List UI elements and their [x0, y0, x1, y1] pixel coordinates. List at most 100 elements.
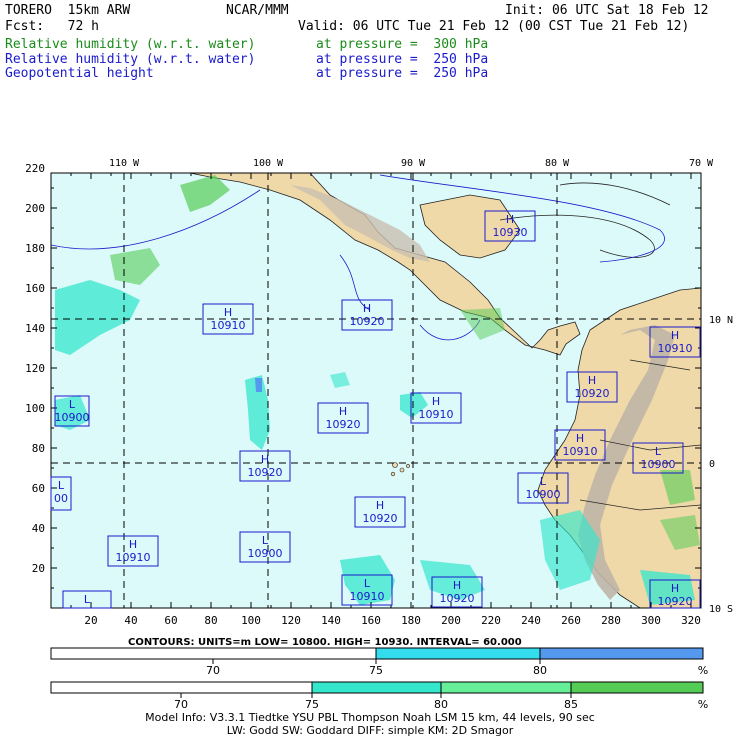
svg-text:10930: 10930: [493, 226, 528, 239]
colorbar-tick-label: 80: [533, 664, 547, 677]
y-tick-label: 180: [25, 242, 45, 255]
svg-text:L: L: [58, 479, 65, 492]
x-tick-label: 180: [401, 614, 421, 627]
x-tick-label: 80: [204, 614, 217, 627]
colorbar-tick-label: 75: [369, 664, 383, 677]
svg-text:H: H: [261, 453, 269, 466]
svg-text:10900: 10900: [248, 547, 283, 560]
y-tick-label: 60: [32, 482, 45, 495]
x-tick-label: 200: [441, 614, 461, 627]
svg-text:H: H: [453, 579, 461, 592]
x-tick-label: 320: [681, 614, 701, 627]
forecast-map: H10930H10910H10920H10910L10900 H10920H109…: [25, 158, 733, 711]
colorbar-segment: [375, 647, 541, 660]
svg-text:10910: 10910: [116, 551, 151, 564]
svg-text:H: H: [376, 499, 384, 512]
colorbar-tick-label: %: [698, 664, 708, 677]
svg-text:10910: 10910: [211, 319, 246, 332]
latitude-label: 0: [709, 459, 715, 470]
svg-text:10910: 10910: [419, 408, 454, 421]
svg-text:H: H: [588, 374, 596, 387]
longitude-label: 100 W: [253, 158, 284, 169]
x-tick-label: 60: [164, 614, 177, 627]
svg-text:H: H: [506, 213, 514, 226]
svg-text:10920: 10920: [575, 387, 610, 400]
svg-text:H: H: [224, 306, 232, 319]
y-tick-label: 80: [32, 442, 45, 455]
svg-text:H: H: [129, 538, 137, 551]
svg-text:L: L: [262, 534, 269, 547]
x-tick-label: 40: [124, 614, 137, 627]
svg-text:10920: 10920: [658, 595, 693, 608]
svg-text:10920: 10920: [350, 315, 385, 328]
x-tick-label: 260: [561, 614, 581, 627]
colorbar-300: 70 75 80 85%: [50, 681, 708, 711]
y-tick-label: 200: [25, 202, 45, 215]
colorbar-tick-label: 70: [206, 664, 220, 677]
colorbar-tick-label: 80: [434, 698, 448, 711]
colorbar-250: 70 75 80%: [50, 647, 708, 677]
longitude-label: 70 W: [689, 158, 714, 169]
colorbar-tick-label: %: [698, 698, 708, 711]
svg-text:00: 00: [54, 492, 68, 505]
model-info-line2: LW: Godd SW: Goddard DIFF: simple KM: 2D…: [226, 724, 514, 737]
svg-text:10910: 10910: [563, 445, 598, 458]
x-tick-label: 300: [641, 614, 661, 627]
svg-text:H: H: [576, 432, 584, 445]
y-tick-label: 160: [25, 282, 45, 295]
y-axis-labels: 220 200 180 160 140 120 100 80 60 40 20: [25, 162, 45, 575]
y-tick-label: 140: [25, 322, 45, 335]
svg-text:10900: 10900: [55, 411, 90, 424]
x-tick-label: 140: [321, 614, 341, 627]
colorbar-segment: [570, 681, 704, 694]
svg-text:H: H: [432, 395, 440, 408]
svg-text:L: L: [540, 475, 547, 488]
svg-text:10920: 10920: [440, 592, 475, 605]
y-tick-label: 120: [25, 362, 45, 375]
x-tick-label: 160: [361, 614, 381, 627]
colorbar-segment: [311, 681, 442, 694]
colorbar-segment: [50, 647, 377, 660]
longitude-label: 110 W: [109, 158, 140, 169]
x-tick-label: 20: [84, 614, 97, 627]
svg-text:10910: 10910: [350, 590, 385, 603]
x-axis-labels: 20 40 60 80 100 120 140 160 180 200 220 240 260 280 30…: [84, 614, 701, 627]
svg-text:10920: 10920: [363, 512, 398, 525]
svg-text:10910: 10910: [658, 342, 693, 355]
x-tick-label: 220: [481, 614, 501, 627]
svg-text:L: L: [364, 577, 371, 590]
svg-text:10900: 10900: [641, 458, 676, 471]
svg-text:L: L: [69, 398, 76, 411]
longitude-label: 90 W: [401, 158, 426, 169]
colorbar-segment: [50, 681, 313, 694]
y-tick-label: 20: [32, 562, 45, 575]
svg-text:H: H: [339, 405, 347, 418]
y-tick-label: 100: [25, 402, 45, 415]
colorbar-segment: [539, 647, 704, 660]
contour-info: CONTOURS: UNITS=m LOW= 10800. HIGH= 1093…: [128, 637, 522, 648]
longitude-label: 80 W: [545, 158, 570, 169]
x-tick-label: 100: [241, 614, 261, 627]
latitude-labels: 10 N 0 10 S: [709, 315, 733, 615]
latitude-label: 10 S: [709, 604, 733, 615]
y-tick-label: 220: [25, 162, 45, 175]
svg-text:10920: 10920: [248, 466, 283, 479]
x-tick-label: 280: [601, 614, 621, 627]
svg-text:10920: 10920: [326, 418, 361, 431]
y-tick-label: 40: [32, 522, 45, 535]
svg-text:L: L: [655, 445, 662, 458]
svg-text:H: H: [671, 582, 679, 595]
colorbar-tick-label: 75: [305, 698, 319, 711]
svg-text:L: L: [84, 593, 91, 606]
colorbar-tick-label: 85: [564, 698, 578, 711]
longitude-labels: 110 W 100 W 90 W 80 W 70 W: [109, 158, 714, 169]
latitude-label: 10 N: [709, 315, 733, 326]
colorbar-segment: [440, 681, 572, 694]
colorbar-tick-label: 70: [174, 698, 188, 711]
x-tick-label: 240: [521, 614, 541, 627]
x-tick-label: 120: [281, 614, 301, 627]
svg-text:H: H: [671, 329, 679, 342]
svg-text:H: H: [363, 302, 371, 315]
svg-text:10900: 10900: [526, 488, 561, 501]
model-info-line1: Model Info: V3.3.1 Tiedtke YSU PBL Thomp…: [145, 711, 595, 724]
